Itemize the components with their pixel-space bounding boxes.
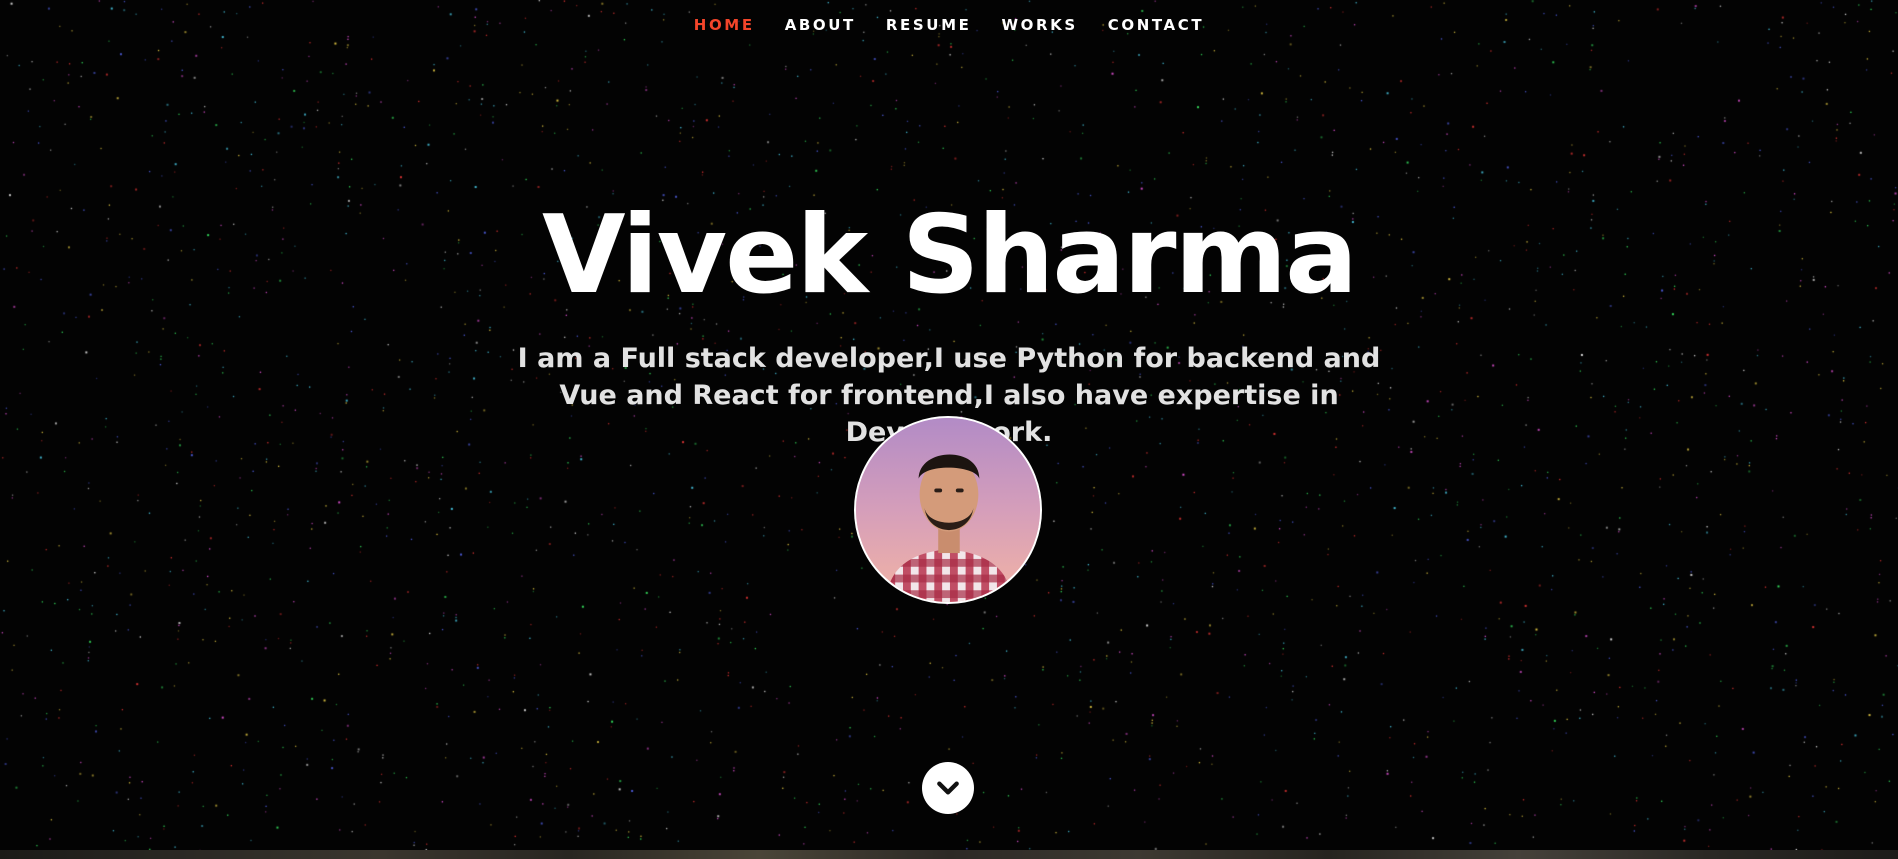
- scroll-down-button[interactable]: [922, 762, 974, 814]
- nav-item-home[interactable]: HOME: [694, 16, 755, 34]
- main-nav: HOME ABOUT RESUME WORKS CONTACT: [0, 16, 1898, 34]
- nav-item-works[interactable]: WORKS: [1001, 16, 1077, 34]
- next-section-edge: [0, 850, 1898, 859]
- nav-item-resume[interactable]: RESUME: [886, 16, 972, 34]
- nav-item-about[interactable]: ABOUT: [785, 16, 856, 34]
- hero-name: Vivek Sharma: [541, 193, 1358, 318]
- profile-avatar: [854, 416, 1042, 604]
- hero-section: HOME ABOUT RESUME WORKS CONTACT Vivek Sh…: [0, 0, 1898, 850]
- profile-photo: [856, 418, 1040, 602]
- chevron-down-icon: [937, 781, 959, 795]
- nav-item-contact[interactable]: CONTACT: [1108, 16, 1204, 34]
